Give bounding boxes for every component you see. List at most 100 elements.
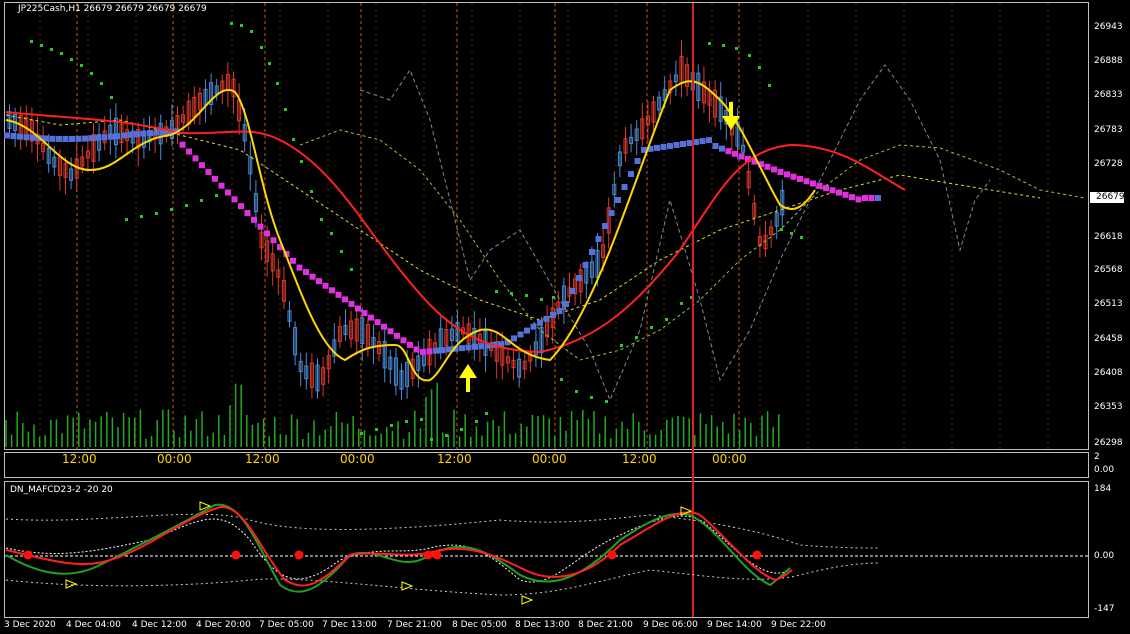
trend-ma-step [875,195,881,201]
trend-ma-step [192,155,199,162]
trend-ma-step [829,187,836,194]
psar-dot [780,228,783,231]
price-tick: 26618 [1094,232,1123,242]
psar-dot [510,292,513,295]
trend-ma-step [322,282,329,289]
trend-ma-step [218,182,225,189]
price-chart-svg [4,3,1088,617]
indicator-signal-marker [65,579,78,589]
price-tick: 26783 [1094,125,1123,135]
trend-ma-step [660,143,667,150]
trend-ma-step [628,171,634,177]
trend-ma-step [186,148,192,155]
trend-ma-step [621,184,628,190]
trend-ma-step [634,158,641,164]
psar-dot [575,390,578,393]
psar-dot [445,434,448,437]
trend-ma-step [556,308,563,315]
indicator-signal-marker [521,595,534,605]
trend-ma-step [225,189,231,196]
trend-ma-step [842,191,849,198]
slow-ma-line [5,111,906,354]
trend-ma-step [355,305,361,312]
indicator-cross-dot [432,550,442,560]
session-label: 00:00 [340,452,375,466]
psar-dot [70,58,73,61]
psar-dot [284,108,287,111]
trend-ma-step [270,237,277,244]
psar-dot [748,54,751,57]
trend-ma-step [212,175,218,182]
price-tick: 26408 [1094,368,1123,378]
indicator-green-line [5,503,791,593]
trend-ma-step [4,132,10,139]
trend-ma-step [179,141,186,148]
trend-ma-step [49,135,56,142]
date-tick: 9 Dec 22:00 [771,620,826,630]
psar-dot [170,208,173,211]
trend-ma-step [712,143,719,149]
trend-ma-step [680,141,686,147]
psar-dot [605,400,608,403]
price-tick: 26888 [1094,56,1123,66]
price-tick: 26728 [1094,159,1123,169]
trend-ma-step [413,346,420,353]
trend-ma-step [478,343,485,350]
psar-dot [30,40,33,43]
psar-dot [635,336,638,339]
psar-dot [665,318,668,321]
psar-dot [650,326,653,329]
psar-dot [485,412,488,415]
indicator-red-line [5,505,793,587]
psar-dot [140,215,143,218]
psar-dot [790,232,793,235]
trend-ma-step [342,296,348,303]
psar-dot [552,296,555,299]
trend-ma-step [582,262,589,268]
psar-dot [185,204,188,207]
trend-ma-step [309,273,316,280]
indicator-axis-max: 184 [1094,484,1112,494]
trend-ma-step [316,278,322,285]
trend-ma-step [576,275,582,281]
indicator-cross-dot [23,550,33,560]
trend-ma-step [199,162,205,169]
trend-ma-step [257,223,264,230]
trend-ma-step [75,135,82,142]
indicator-axis-min: -147 [1094,604,1115,614]
trend-ma-step [244,209,251,216]
trend-ma-step [777,169,784,175]
trend-ma-step [602,223,608,229]
trend-ma-step [868,195,875,201]
psar-dot [125,218,128,221]
trend-ma-step [56,135,62,142]
trend-ma-step [426,348,433,355]
indicator-band-lower [5,562,881,596]
trend-ma-step [381,323,387,330]
trend-ma-step [699,138,706,145]
price-tick: 26458 [1094,334,1123,344]
trend-ma-step [706,137,712,144]
psar-dot [50,48,53,51]
trend-ma-step [725,148,732,155]
trend-ma-step [550,312,556,318]
chart-title: JP225Cash,H1 26679 26679 26679 26679 [18,4,207,14]
psar-dot [60,52,63,55]
trend-ma-step [465,344,472,351]
trend-ma-step [738,153,745,160]
psar-dot [155,212,158,215]
date-tick: 7 Dec 13:00 [322,620,377,630]
trend-ma-step [595,236,602,242]
trend-ma-step [153,129,160,136]
psar-dot [110,96,113,99]
current-price-label: 26679 [1096,192,1125,202]
trend-ma-step [140,130,147,137]
trend-ma-step [439,347,446,354]
trend-ma-step [400,337,407,344]
psar-dot [80,64,83,67]
psar-dot [268,62,271,65]
trend-ma-step [23,134,30,141]
session-label: 00:00 [157,452,192,466]
trend-ma-step [17,133,23,140]
trend-ma-step [764,163,771,170]
